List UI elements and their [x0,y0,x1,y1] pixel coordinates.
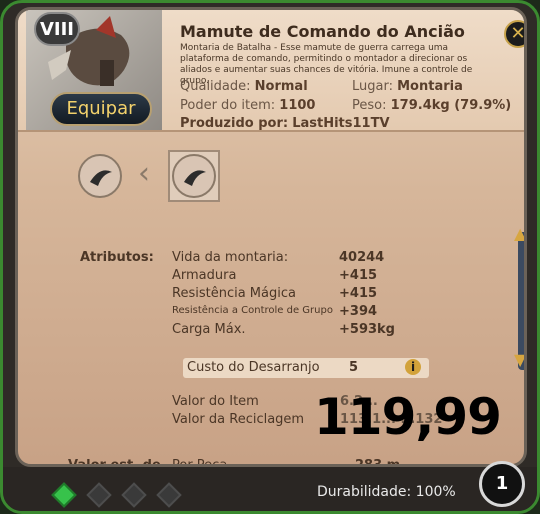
attr-label-4: Carga Máx. [172,322,246,337]
footer-bar [3,467,537,511]
scroll-down-arrow-icon[interactable]: ▼ [514,350,524,369]
scroll-up-arrow-icon[interactable]: ▲ [514,224,524,243]
weight-label: Peso: [352,98,387,113]
item-title: Mamute de Comando do Ancião [180,22,465,41]
estimate-label: Valor est. de [68,458,161,467]
tier-badge: VIII [34,12,80,46]
attr-value-1: +415 [339,268,378,283]
attr-value-3: +394 [339,304,378,319]
disassembly-row: Custo do Desarranjo 5 i [183,358,429,378]
chevron-left-icon: ‹ [138,156,150,191]
attr-value-0: 40244 [339,250,385,265]
per-piece-label: Por Peça [172,458,228,467]
power-label: Poder do item: [180,98,276,113]
rider-ability-icon [90,170,112,186]
attr-label-0: Vida da montaria: [172,250,289,265]
crafted-value: LastHits11TV [292,116,390,131]
selected-ability-icon [172,154,216,198]
overlay-price: 119,99 [314,388,502,446]
weight-stat: Peso: 179.4kg (79.9%) [352,98,511,113]
item-tooltip-window: VIII Equipar Mamute de Comando do Ancião… [0,0,540,514]
item-panel: VIII Equipar Mamute de Comando do Ancião… [15,7,527,467]
attr-label-2: Resistência Mágica [172,286,296,301]
power-value: 1100 [279,98,316,113]
attr-label-1: Armadura [172,268,237,283]
quantity-badge: 1 [479,461,525,507]
power-stat: Poder do item: 1100 [180,98,315,113]
attr-value-4: +593kg [339,322,395,337]
item-portrait: VIII Equipar [26,10,162,130]
item-value-label: Valor do Item [172,394,259,409]
per-piece-value: 283 m [355,458,401,467]
slot-label: Lugar: [352,79,393,94]
disassembly-value: 5 [349,360,359,375]
quality-label: Qualidade: [180,79,251,94]
rider-ability-icon-selected [184,170,206,186]
ability-slot-icon[interactable] [78,154,122,198]
durability-text: Durabilidade: 100% [317,484,456,500]
quality-value: Normal [254,79,308,94]
crafted-label: Produzido por: [180,116,289,131]
recycle-value-label: Valor da Reciclagem [172,412,305,427]
crafted-stat: Produzido por: LastHits11TV [180,116,390,131]
disassembly-label: Custo do Desarranjo [187,360,320,375]
attributes-header: Atributos: [80,250,154,265]
weight-value: 179.4kg (79.9%) [390,98,512,113]
info-icon[interactable]: i [405,359,421,375]
attr-value-2: +415 [339,286,378,301]
quality-stat: Qualidade: Normal [180,79,308,94]
close-button[interactable]: ✕ [504,20,524,48]
attr-label-3: Resistência a Controle de Grupo [172,305,333,316]
slot-stat: Lugar: Montaria [352,79,463,94]
slot-value: Montaria [397,79,463,94]
selected-ability-box[interactable] [168,150,220,202]
equip-button[interactable]: Equipar [50,92,152,126]
